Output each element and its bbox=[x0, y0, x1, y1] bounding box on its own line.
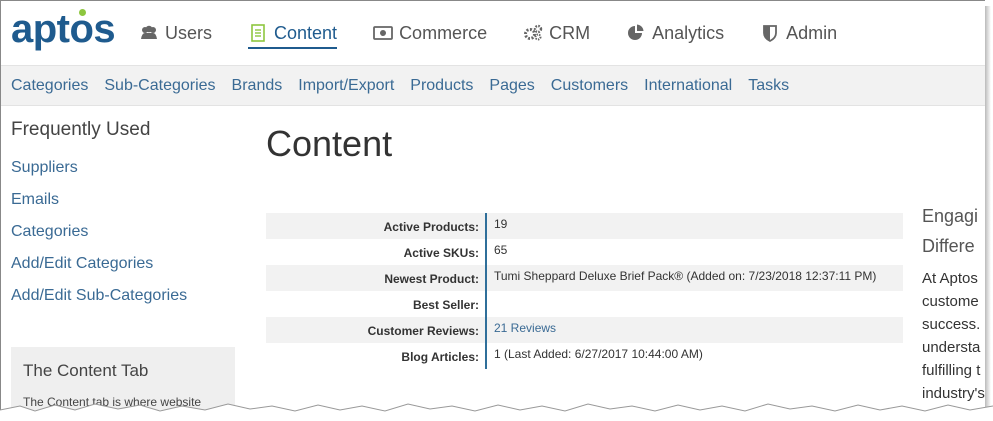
stat-label: Blog Articles: bbox=[266, 343, 487, 369]
info-box-title: The Content Tab bbox=[23, 361, 149, 380]
stat-value: Tumi Sheppard Deluxe Brief Pack® (Added … bbox=[487, 265, 903, 291]
stat-label: Active SKUs: bbox=[266, 239, 487, 265]
sidebar-link-categories[interactable]: Categories bbox=[11, 223, 235, 255]
pie-chart-icon bbox=[626, 24, 646, 42]
window-shadow-right bbox=[985, 6, 991, 416]
sidebar-link-add-edit-categories[interactable]: Add/Edit Categories bbox=[11, 255, 235, 287]
gears-icon bbox=[523, 24, 543, 42]
content-stats-table: Active Products: 19 Active SKUs: 65 Newe… bbox=[266, 213, 903, 369]
sidebar-link-emails[interactable]: Emails bbox=[11, 191, 235, 223]
stat-row-blog-articles: Blog Articles: 1 (Last Added: 6/27/2017 … bbox=[266, 343, 903, 369]
promo-text-line: custome bbox=[922, 293, 979, 310]
frequently-used-sidebar: Frequently Used Suppliers Emails Categor… bbox=[11, 119, 235, 319]
nav-users[interactable]: Users bbox=[139, 19, 212, 47]
stat-label: Best Seller: bbox=[266, 291, 487, 317]
promo-text: At Aptos custome success. understa fulfi… bbox=[922, 267, 985, 405]
shield-icon bbox=[760, 24, 780, 43]
stat-row-best-seller: Best Seller: bbox=[266, 291, 903, 317]
subnav-pages[interactable]: Pages bbox=[489, 77, 534, 95]
users-icon bbox=[139, 24, 159, 42]
stat-row-customer-reviews: Customer Reviews: 21 Reviews bbox=[266, 317, 903, 343]
stat-value: 65 bbox=[494, 243, 508, 257]
nav-crm-label: CRM bbox=[549, 22, 591, 43]
subnav-sub-categories[interactable]: Sub-Categories bbox=[104, 77, 215, 95]
torn-edge bbox=[0, 403, 993, 421]
document-icon bbox=[248, 24, 268, 42]
stat-label: Active Products: bbox=[266, 213, 487, 239]
logo-accent-dot bbox=[79, 9, 86, 16]
promo-heading-line: Differe bbox=[922, 236, 975, 256]
nav-users-label: Users bbox=[165, 22, 213, 43]
sidebar-link-suppliers[interactable]: Suppliers bbox=[11, 159, 235, 191]
stat-label: Customer Reviews: bbox=[266, 317, 487, 343]
subnav-customers[interactable]: Customers bbox=[551, 77, 628, 95]
nav-commerce[interactable]: Commerce bbox=[373, 19, 487, 47]
stat-value: 1 (Last Added: 6/27/2017 10:44:00 AM) bbox=[494, 347, 703, 361]
promo-heading-line: Engagi bbox=[922, 206, 979, 226]
promo-text-line: fulfilling t bbox=[922, 362, 981, 379]
subnav-brands[interactable]: Brands bbox=[232, 77, 283, 95]
subnav-products[interactable]: Products bbox=[410, 77, 473, 95]
subnav-tasks[interactable]: Tasks bbox=[748, 77, 789, 95]
nav-admin-label: Admin bbox=[786, 22, 838, 43]
nav-crm[interactable]: CRM bbox=[523, 19, 590, 47]
stat-row-newest-product: Newest Product: Tumi Sheppard Deluxe Bri… bbox=[266, 265, 903, 291]
stat-row-active-skus: Active SKUs: 65 bbox=[266, 239, 903, 265]
top-bar: aptos Users Content Commerce CRM Analyti… bbox=[1, 1, 985, 65]
app-window: aptos Users Content Commerce CRM Analyti… bbox=[0, 0, 985, 410]
money-icon bbox=[373, 24, 393, 42]
sub-navigation: Categories Sub-Categories Brands Import/… bbox=[1, 65, 985, 106]
aptos-logo[interactable]: aptos bbox=[11, 7, 116, 52]
right-column-promo: Engagi Differe At Aptos custome success.… bbox=[922, 201, 985, 405]
promo-text-line: At Aptos bbox=[922, 270, 978, 287]
nav-content[interactable]: Content bbox=[248, 19, 338, 49]
nav-content-label: Content bbox=[274, 22, 338, 43]
sidebar-heading: Frequently Used bbox=[11, 119, 151, 140]
promo-text-line: success. bbox=[922, 316, 981, 333]
page-title: Content bbox=[266, 123, 393, 164]
subnav-international[interactable]: International bbox=[644, 77, 732, 95]
main-navigation: Users Content Commerce CRM Analytics Adm… bbox=[139, 19, 873, 49]
nav-admin[interactable]: Admin bbox=[760, 19, 837, 47]
subnav-categories[interactable]: Categories bbox=[11, 77, 88, 95]
stat-row-active-products: Active Products: 19 bbox=[266, 213, 903, 239]
customer-reviews-link[interactable]: 21 Reviews bbox=[487, 317, 903, 343]
nav-commerce-label: Commerce bbox=[399, 22, 488, 43]
stat-label: Newest Product: bbox=[266, 265, 487, 291]
nav-analytics-label: Analytics bbox=[652, 22, 725, 43]
sidebar-link-add-edit-sub-categories[interactable]: Add/Edit Sub-Categories bbox=[11, 287, 235, 319]
promo-text-line: understa bbox=[922, 339, 981, 356]
subnav-import-export[interactable]: Import/Export bbox=[298, 77, 394, 95]
stat-value bbox=[487, 291, 903, 317]
nav-analytics[interactable]: Analytics bbox=[626, 19, 724, 47]
stat-value: 19 bbox=[487, 213, 903, 239]
